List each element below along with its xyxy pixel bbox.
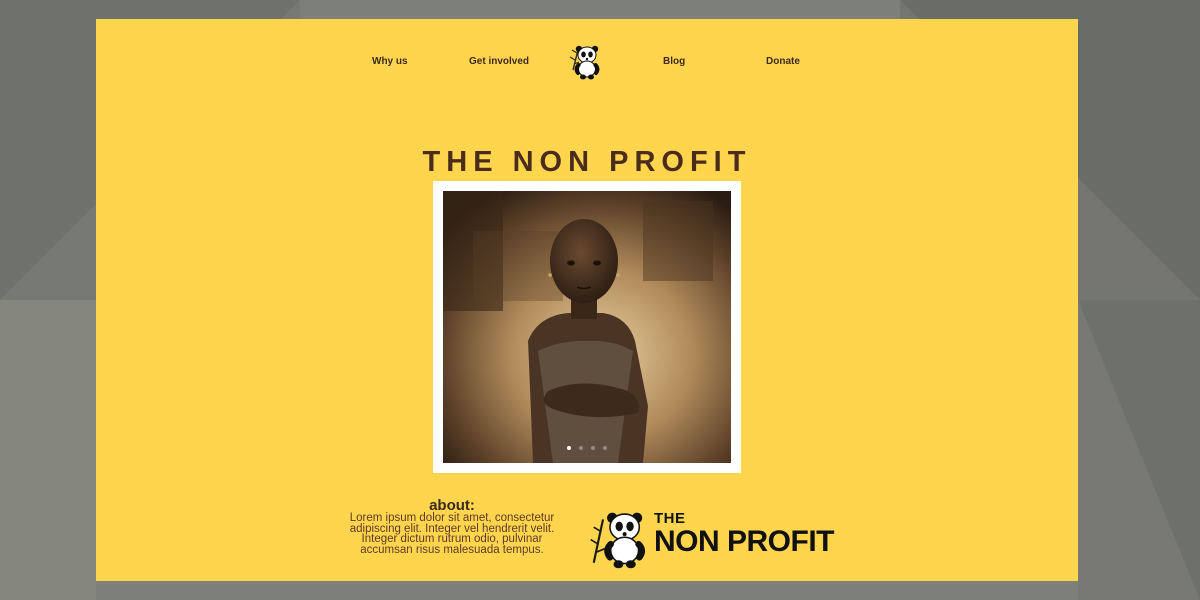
slider-dot-2[interactable] [579,446,583,450]
landing-card: Why us Get involved Blog Donate THE NON … [96,19,1078,581]
brand-name: NON PROFIT [654,525,835,558]
nav-donate[interactable]: Donate [766,56,800,67]
nav-blog[interactable]: Blog [663,56,685,67]
page-title: THE NON PROFIT [422,146,752,179]
slider-dot-3[interactable] [591,446,595,450]
slider-dot-4[interactable] [603,446,607,450]
brand-panda-icon [586,504,654,572]
about-line: Integer dictum rutrum odio, pulvinar [361,533,543,545]
about-line: Lorem ipsum dolor sit amet, consectetur [349,512,555,524]
nav-get-involved[interactable]: Get involved [469,56,529,67]
nav-why-us[interactable]: Why us [372,56,408,67]
panda-logo-icon[interactable] [565,40,609,80]
hero-photo [443,191,731,463]
slider-dots [443,437,731,455]
about-line: accumsan risus malesuada tempus. [360,543,544,556]
image-slider[interactable] [433,181,741,473]
top-navigation: Why us Get involved Blog Donate [96,19,1078,109]
about-text: Lorem ipsum dolor sit amet, consectetur … [328,513,576,555]
slider-dot-1[interactable] [567,446,571,450]
